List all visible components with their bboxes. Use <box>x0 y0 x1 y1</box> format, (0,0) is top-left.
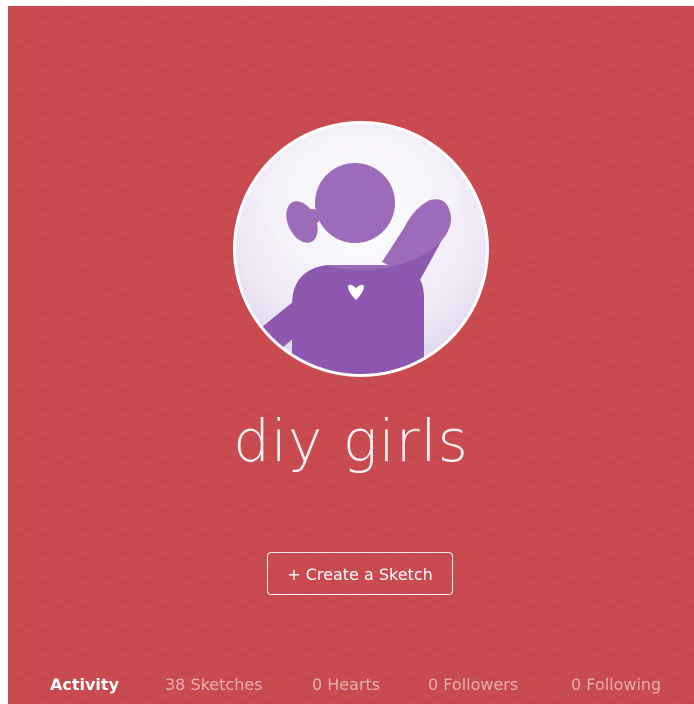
tab-activity[interactable]: Activity <box>50 672 119 698</box>
profile-tabs: Activity 38 Sketches 0 Hearts 0 Follower… <box>8 672 694 698</box>
tab-sketches[interactable]: 38 Sketches <box>165 672 263 698</box>
tab-followers[interactable]: 0 Followers <box>428 672 518 698</box>
create-sketch-button[interactable]: + Create a Sketch <box>267 552 453 595</box>
tab-hearts[interactable]: 0 Hearts <box>312 672 380 698</box>
profile-name: diy girls <box>233 407 469 475</box>
tab-following[interactable]: 0 Following <box>571 672 661 698</box>
girl-waving-heart-icon <box>233 121 489 377</box>
profile-header: diy girls + Create a Sketch Activity 38 … <box>8 6 694 704</box>
avatar <box>232 120 490 378</box>
